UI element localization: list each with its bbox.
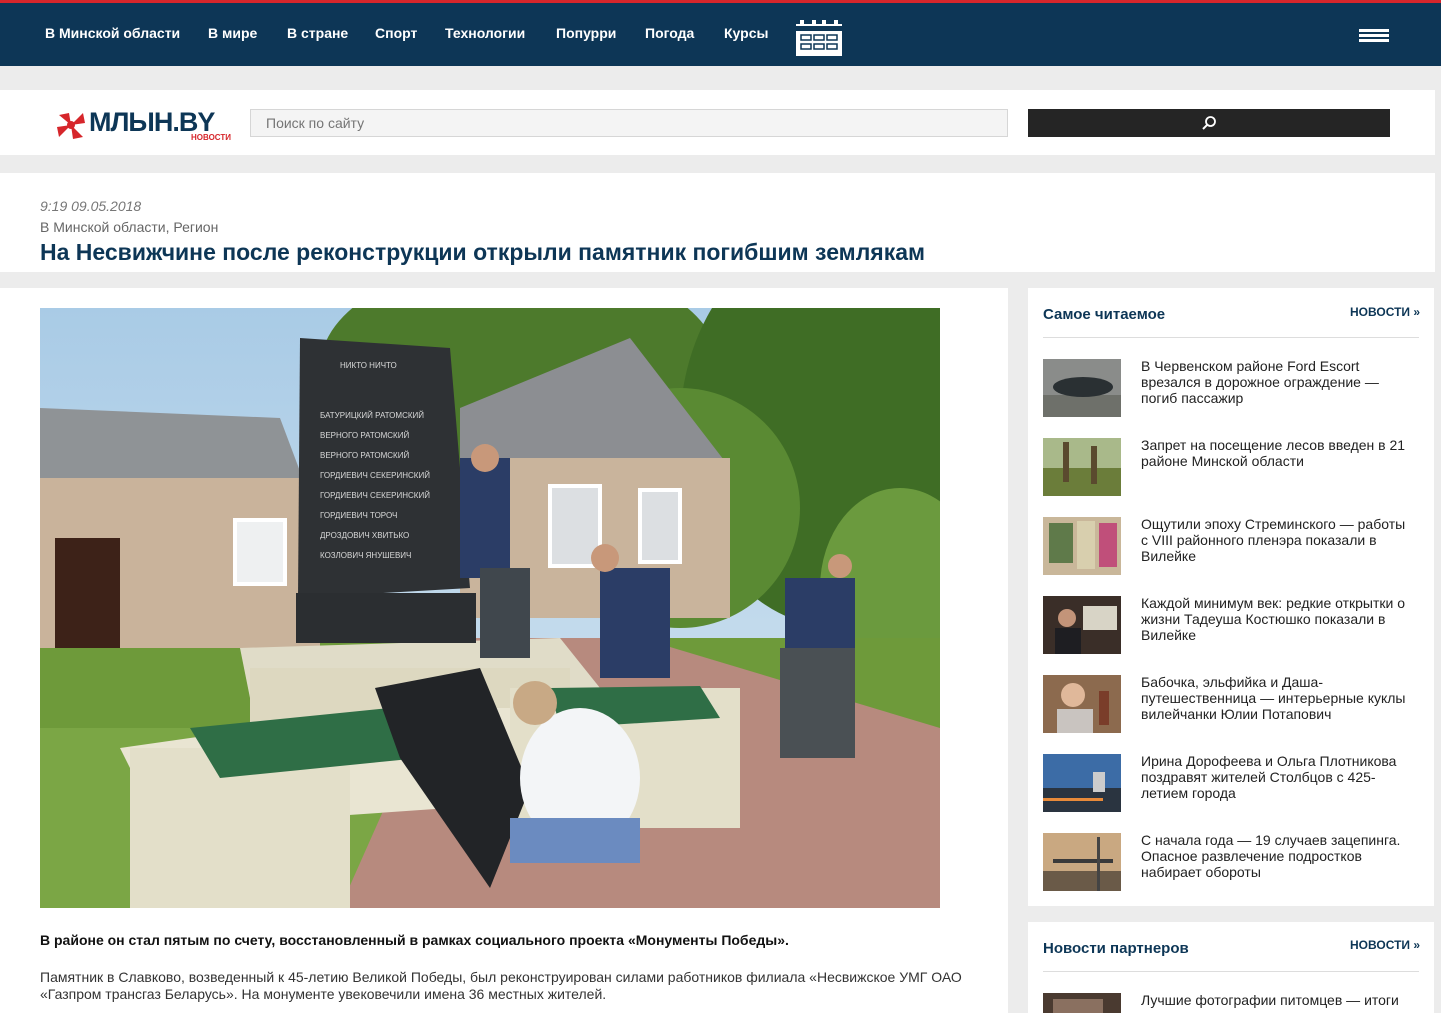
nav-item-weather[interactable]: Погода (645, 25, 694, 41)
news-item[interactable]: Ирина Дорофеева и Ольга Плотникова поздр… (1043, 753, 1423, 814)
news-thumbnail (1043, 993, 1121, 1013)
search-icon (1202, 116, 1216, 130)
search-button[interactable] (1028, 109, 1390, 137)
nav-item-rates[interactable]: Курсы (724, 25, 768, 41)
news-thumbnail (1043, 675, 1121, 733)
search-input[interactable] (250, 109, 1008, 137)
partner-news-title: Новости партнеров (1043, 940, 1189, 957)
menu-burger-icon[interactable] (1359, 29, 1389, 43)
divider (1043, 337, 1419, 338)
article-categories[interactable]: В Минской области, Регион (40, 219, 218, 235)
svg-text:НИКТО НИЧТО: НИКТО НИЧТО (340, 361, 397, 370)
svg-text:ГОРДИЕВИЧ ТОРОЧ: ГОРДИЕВИЧ ТОРОЧ (320, 511, 397, 520)
svg-text:БАТУРИЦКИЙ РАТОМСКИЙ: БАТУРИЦКИЙ РАТОМСКИЙ (320, 411, 424, 420)
most-read-news-label: НОВОСТИ (1350, 305, 1411, 319)
article-datetime: 9:19 09.05.2018 (40, 198, 142, 214)
news-item[interactable]: Лучшие фотографии питомцев — итоги (1043, 992, 1423, 1013)
divider (1043, 971, 1419, 972)
most-read-widget: Самое читаемое НОВОСТИ » В Червенском ра… (1028, 288, 1434, 906)
nav-item-technology[interactable]: Технологии (445, 25, 525, 41)
chevron-double-down-icon: » (1413, 305, 1421, 319)
nav-item-minsk-region[interactable]: В Минской области (45, 25, 180, 41)
svg-text:ГОРДИЕВИЧ СЕКЕРИНСКИЙ: ГОРДИЕВИЧ СЕКЕРИНСКИЙ (320, 471, 430, 480)
news-item-title: С начала года — 19 случаев зацепинга. Оп… (1141, 832, 1401, 880)
calendar-icon[interactable] (796, 20, 842, 56)
news-item-title: Ирина Дорофеева и Ольга Плотникова поздр… (1141, 753, 1397, 801)
partner-news-link[interactable]: НОВОСТИ » (1350, 938, 1420, 952)
news-item[interactable]: С начала года — 19 случаев зацепинга. Оп… (1043, 832, 1423, 893)
news-item[interactable]: Бабочка, эльфийка и Даша-путешественница… (1043, 674, 1423, 735)
chevron-double-down-icon: » (1413, 938, 1421, 952)
news-item[interactable]: В Червенском районе Ford Escort врезался… (1043, 358, 1423, 419)
nav-item-sport[interactable]: Спорт (375, 25, 417, 41)
svg-text:КОЗЛОВИЧ ЯНУШЕВИЧ: КОЗЛОВИЧ ЯНУШЕВИЧ (320, 551, 411, 560)
partner-news-label: НОВОСТИ (1350, 938, 1411, 952)
most-read-title: Самое читаемое (1043, 306, 1166, 323)
site-logo[interactable]: МЛЫН.BY НОВОСТИ (55, 107, 232, 142)
nav-item-potpourri[interactable]: Попурри (556, 25, 616, 41)
most-read-news-link[interactable]: НОВОСТИ » (1350, 305, 1420, 319)
news-item[interactable]: Ощутили эпоху Стреминского — работы с VI… (1043, 516, 1423, 577)
article-photo: НИКТО НИЧТО БАТУРИЦКИЙ РАТОМСКИЙ ВЕРНОГО… (40, 308, 940, 908)
news-item-title: Запрет на посещение лесов введен в 21 ра… (1141, 437, 1406, 469)
news-item-title: Бабочка, эльфийка и Даша-путешественница… (1141, 674, 1406, 722)
news-item[interactable]: Запрет на посещение лесов введен в 21 ра… (1043, 437, 1423, 498)
logo-subtitle: НОВОСТИ (191, 133, 232, 142)
top-navigation: В Минской области В мире В стране Спорт … (0, 0, 1441, 66)
article-lead: В районе он стал пятым по счету, восстан… (40, 932, 789, 948)
svg-text:ВЕРНОГО РАТОМСКИЙ: ВЕРНОГО РАТОМСКИЙ (320, 431, 409, 440)
news-item[interactable]: Каждой минимум век: редкие открытки о жи… (1043, 595, 1423, 656)
site-header: МЛЫН.BY НОВОСТИ (0, 90, 1435, 155)
article-body: НИКТО НИЧТО БАТУРИЦКИЙ РАТОМСКИЙ ВЕРНОГО… (0, 288, 1008, 1013)
news-thumbnail (1043, 359, 1121, 417)
article-paragraph: Памятник в Славково, возведенный к 45-ле… (40, 969, 962, 1002)
news-thumbnail (1043, 833, 1121, 891)
article-header: 9:19 09.05.2018 В Минской области, Регио… (0, 173, 1435, 272)
article-title: На Несвижчине после реконструкции открыл… (40, 239, 926, 265)
partner-news-widget: Новости партнеров НОВОСТИ » Лучшие фотог… (1028, 922, 1434, 1013)
svg-text:ДРОЗДОВИЧ ХВИТЬКО: ДРОЗДОВИЧ ХВИТЬКО (320, 531, 409, 540)
news-thumbnail (1043, 438, 1121, 496)
news-item-title: Лучшие фотографии питомцев — итоги (1141, 992, 1399, 1008)
news-item-title: Ощутили эпоху Стреминского — работы с VI… (1141, 516, 1406, 564)
news-thumbnail (1043, 517, 1121, 575)
mill-logo-icon (57, 113, 85, 139)
nav-item-world[interactable]: В мире (208, 25, 257, 41)
news-item-title: Каждой минимум век: редкие открытки о жи… (1141, 595, 1406, 643)
svg-text:ГОРДИЕВИЧ СЕКЕРИНСКИЙ: ГОРДИЕВИЧ СЕКЕРИНСКИЙ (320, 491, 430, 500)
news-thumbnail (1043, 596, 1121, 654)
svg-text:ВЕРНОГО РАТОМСКИЙ: ВЕРНОГО РАТОМСКИЙ (320, 451, 409, 460)
news-item-title: В Червенском районе Ford Escort врезался… (1141, 358, 1379, 406)
news-thumbnail (1043, 754, 1121, 812)
nav-item-country[interactable]: В стране (287, 25, 348, 41)
